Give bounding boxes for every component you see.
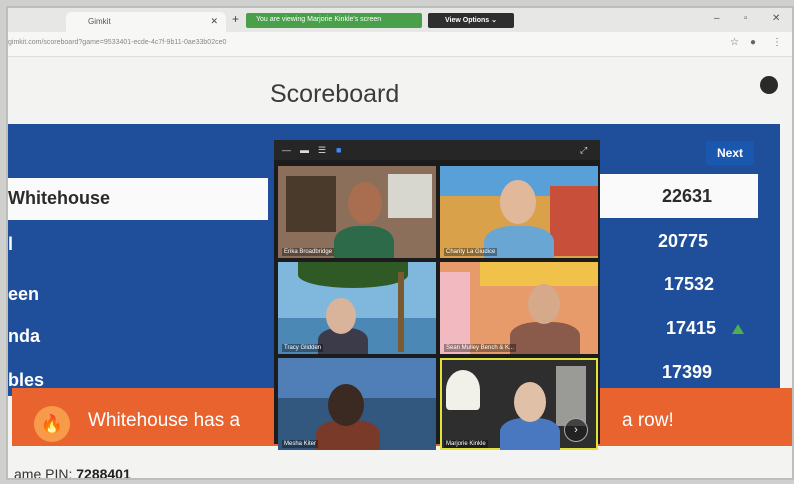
next-page-icon[interactable]: › [564, 418, 588, 442]
browser-tab[interactable]: Gimkit ✕ [66, 12, 226, 32]
url-text: gimkit.com/scoreboard?game=9533401-ecde-… [8, 39, 227, 46]
video-tile[interactable]: Sean Mulley Bench & K... [440, 262, 598, 354]
colorful-buildings [550, 186, 598, 256]
streak-text-left: Whitehouse has a [88, 410, 241, 431]
new-tab-icon[interactable]: + [232, 12, 239, 26]
pink-decoration [440, 272, 470, 354]
participant-name: Sean Mulley Bench & K... [444, 344, 517, 352]
game-pin-value: 7288401 [76, 466, 131, 478]
participant-face [514, 382, 546, 422]
player-score: 22631 [662, 186, 713, 206]
participant-body [500, 418, 560, 450]
flower-decoration [480, 262, 598, 286]
video-toolbar: — ▬ ☰ ■ ⤢ [274, 140, 600, 160]
participant-body [510, 322, 580, 354]
participant-face [500, 180, 536, 224]
flame-icon: 🔥 [34, 406, 70, 442]
profile-icon[interactable]: ● [750, 37, 756, 48]
participant-face [528, 284, 560, 324]
next-button[interactable]: Next [706, 141, 754, 165]
participant-face [326, 298, 356, 334]
speaker-view-icon[interactable]: ▬ [300, 145, 309, 155]
monitor-screen: Gimkit ✕ + You are viewing Marjorie Kink… [8, 8, 792, 478]
wall-art [388, 174, 432, 218]
star-icon[interactable]: ☆ [730, 37, 739, 48]
minimize-icon[interactable]: – [714, 13, 720, 24]
address-bar[interactable]: gimkit.com/scoreboard?game=9533401-ecde-… [8, 32, 792, 57]
rank-up-icon [732, 324, 744, 334]
grid-view-icon[interactable]: ■ [336, 145, 341, 155]
player-score: 20775 [658, 231, 709, 251]
player-score: 17532 [664, 274, 715, 294]
player-name: Whitehouse [8, 188, 110, 208]
video-tile[interactable]: Mesha Kiter [278, 358, 436, 450]
participant-name: Charity La Giudice [444, 248, 498, 256]
player-name: l [8, 234, 14, 254]
player-name: nda [8, 326, 41, 346]
gallery-view-icon[interactable]: ☰ [318, 145, 326, 156]
cocktail-glass [446, 370, 480, 410]
participant-name: Marjorie Kinkle [444, 440, 488, 448]
player-score: 17399 [662, 362, 713, 382]
tab-title: Gimkit [88, 17, 111, 26]
view-options-button[interactable]: View Options ⌄ [428, 13, 514, 28]
palm-leaves [298, 262, 408, 288]
participant-name: Erika Broadbridge [282, 248, 335, 256]
participant-name: Tracy Glidden [282, 344, 324, 352]
player-name: een [8, 284, 40, 304]
cocktail-shaker [556, 366, 586, 426]
game-pin-label: ame PIN: [14, 466, 77, 478]
game-pin: ame PIN: 7288401 [14, 466, 131, 478]
streak-text-right: a row! [622, 410, 674, 431]
video-tile[interactable]: Charity La Giudice [440, 166, 598, 258]
close-tab-icon[interactable]: ✕ [210, 16, 218, 27]
participant-body [334, 226, 394, 258]
player-score: 17415 [666, 318, 717, 338]
video-call-overlay[interactable]: — ▬ ☰ ■ ⤢ Erika Broadbridge Charity La G… [274, 140, 600, 450]
minimize-video-icon[interactable]: — [282, 145, 291, 155]
video-tile[interactable]: Erika Broadbridge [278, 166, 436, 258]
page-title: Scoreboard [270, 80, 400, 108]
maximize-icon[interactable]: ▫ [744, 13, 748, 24]
browser-tab-bar: Gimkit ✕ + You are viewing Marjorie Kink… [8, 8, 792, 32]
palm-trunk [398, 272, 404, 352]
participant-name: Mesha Kiter [282, 440, 319, 448]
expand-video-icon[interactable]: ⤢ [580, 145, 587, 156]
video-tile[interactable]: Tracy Glidden [278, 262, 436, 354]
participant-face [348, 182, 382, 224]
video-tile-active-speaker[interactable]: Marjorie Kinkle › [440, 358, 598, 450]
participant-face [328, 384, 364, 426]
menu-icon[interactable]: ⋮ [772, 37, 782, 48]
theme-toggle-icon[interactable] [760, 76, 778, 94]
share-notice-text: You are viewing Marjorie Kinkle's screen [256, 16, 382, 23]
bookshelf [286, 176, 336, 232]
close-window-icon[interactable]: ✕ [772, 13, 780, 24]
screen-share-notice: You are viewing Marjorie Kinkle's screen [246, 13, 422, 28]
